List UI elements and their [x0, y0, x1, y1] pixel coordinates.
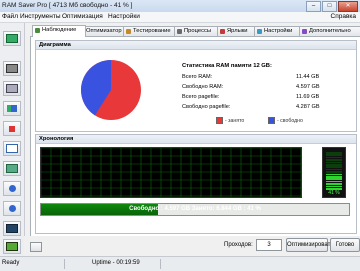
ram-pie-chart: [80, 60, 141, 120]
status-divider: [64, 259, 65, 269]
stat-value: 11.69 GB: [296, 94, 320, 100]
tab-additional[interactable]: Дополнительно: [299, 26, 360, 36]
info-icon[interactable]: [3, 181, 21, 196]
close-button[interactable]: ✕: [338, 1, 358, 12]
menu-tools[interactable]: Инструменты: [20, 13, 61, 20]
meter-segment: [326, 180, 342, 183]
tab-label: Тестирование: [133, 28, 171, 34]
chronology-heading: Хронология: [36, 135, 356, 144]
diagram-heading: Диаграмма: [36, 41, 356, 50]
meter-segment: [326, 188, 342, 190]
test-icon: [126, 29, 131, 34]
legend-free-swatch: [268, 117, 275, 124]
legend-busy: - занято: [216, 117, 244, 124]
window-icon[interactable]: [3, 221, 21, 236]
settings-icon: [257, 29, 262, 34]
stat-label: Всего RAM:: [182, 74, 213, 80]
extra-icon: [302, 29, 307, 34]
passes-label: Проходов:: [224, 242, 253, 248]
legend-busy-label: - занято: [225, 117, 245, 124]
meter-segment: [326, 185, 342, 188]
menu-bar: Файл Инструменты Оптимизация Настройки С…: [0, 12, 360, 23]
tab-monitoring[interactable]: Наблюдение: [32, 25, 86, 37]
maximize-button[interactable]: □: [322, 1, 337, 12]
legend-free: - свободно: [268, 117, 303, 124]
meter-segment: [326, 166, 342, 168]
menu-file[interactable]: Файл: [2, 13, 18, 20]
memory-history-graph: [40, 147, 302, 198]
chart-icon[interactable]: [3, 101, 21, 116]
tab-label: Оптимизатор: [86, 28, 122, 34]
passes-input[interactable]: 3: [256, 239, 282, 251]
meter-segment: [326, 159, 342, 161]
diagram-group: Диаграмма Статистика RAM памяти 12 GB: В…: [35, 40, 357, 132]
monitor-icon[interactable]: [3, 31, 21, 46]
meter-percent: 41 %: [328, 190, 340, 196]
page-icon[interactable]: [3, 141, 21, 156]
tab-label: Настройки: [264, 28, 293, 34]
tab-label: Дополнительно: [309, 28, 351, 34]
meter-segment: [326, 173, 342, 176]
drive-icon[interactable]: [3, 81, 21, 96]
meter-segment: [326, 176, 342, 178]
memory-usage-bar: Свободно : 4.597 GB Занято: 6.844 GB : 4…: [40, 203, 350, 216]
memory-usage-text: Свободно : 4.597 GB Занято: 6.844 GB : 4…: [129, 206, 261, 212]
tab-strip: Наблюдение Оптимизатор Тестирование Проц…: [30, 25, 360, 37]
chip-icon[interactable]: [3, 61, 21, 76]
exit-icon[interactable]: [3, 239, 21, 254]
window-title: RAM Saver Pro [ 4713 Мб свободно - 41 % …: [2, 2, 133, 9]
meter-segment: [326, 154, 342, 156]
action-bar: Проходов: 3 Оптимизировать Готово: [24, 236, 360, 256]
meter-segment: [326, 152, 342, 154]
meter-segment: [326, 156, 342, 159]
window-controls: – □ ✕: [305, 1, 358, 12]
apply-icon[interactable]: [30, 242, 42, 252]
status-text: Ready: [2, 260, 20, 266]
process-icon: [177, 29, 182, 34]
stat-value: 4.597 GB: [296, 84, 320, 90]
legend-busy-swatch: [216, 117, 223, 124]
minimize-button[interactable]: –: [306, 1, 321, 12]
uptime-text: Uptime - 00:19:59: [92, 260, 140, 266]
side-toolbar: [0, 23, 25, 256]
monitoring-panel: Диаграмма Статистика RAM памяти 12 GB: В…: [30, 36, 360, 238]
ram-stats-title: Статистика RAM памяти 12 GB:: [182, 63, 272, 69]
menu-settings[interactable]: Настройки: [108, 13, 140, 20]
menu-help[interactable]: Справка: [331, 13, 357, 20]
meter-segment: [326, 171, 342, 173]
power-icon[interactable]: [3, 201, 21, 216]
meter-segment: [326, 161, 342, 164]
menu-optimization[interactable]: Оптимизация: [62, 13, 103, 20]
history-grid: [40, 147, 302, 197]
tab-label: Наблюдение: [42, 27, 77, 33]
meter-segment: [326, 164, 342, 166]
optimize-button[interactable]: Оптимизировать: [286, 238, 333, 252]
memory-level-meter: 41 %: [322, 147, 346, 198]
stat-value: 11.44 GB: [296, 74, 320, 80]
status-divider: [160, 259, 161, 269]
tab-label: Процессы: [184, 28, 212, 34]
done-button[interactable]: Готово: [330, 238, 360, 252]
stat-value: 4.287 GB: [296, 104, 320, 110]
stat-label: Свободно pagefile:: [182, 104, 231, 110]
shortcut-icon: [220, 29, 225, 34]
tools-icon[interactable]: [3, 121, 21, 136]
meter-segment: [326, 183, 342, 185]
status-bar: Ready Uptime - 00:19:59: [0, 256, 360, 271]
stat-label: Всего pagefile:: [182, 94, 220, 100]
stat-label: Свободно RAM:: [182, 84, 224, 90]
meter-segment: [326, 168, 342, 171]
meter-segment: [326, 178, 342, 180]
monitor-icon: [35, 28, 40, 33]
chronology-group: Хронология 41 % Свободно : 4.597 GB Заня…: [35, 134, 357, 234]
settings-icon[interactable]: [3, 161, 21, 176]
legend-free-label: - свободно: [277, 117, 303, 124]
tab-label: Ярлыки: [227, 28, 248, 34]
